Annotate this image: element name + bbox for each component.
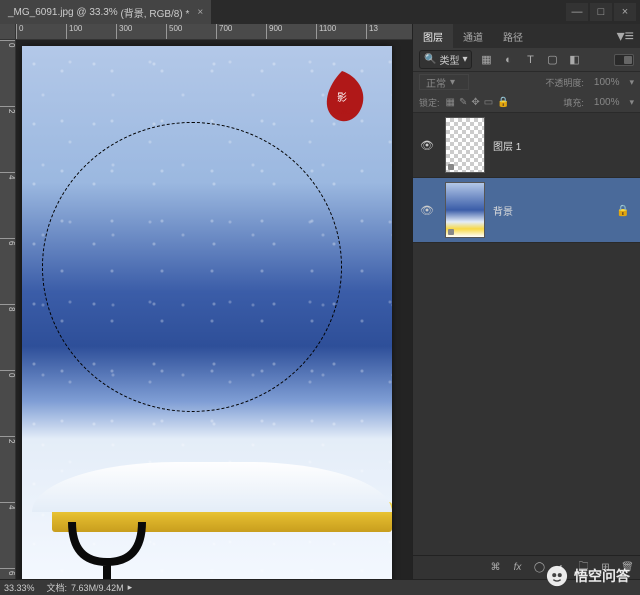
horizontal-ruler[interactable]: 0100300500700900110013	[16, 24, 412, 40]
brand-watermark: 悟空问答	[546, 565, 630, 587]
status-bar: 33.33% 文档: 7.63M/9.42M ▸	[0, 579, 640, 595]
layer-item[interactable]: 👁 图层 1	[413, 113, 640, 178]
fx-filter-icon[interactable]: ◐	[500, 52, 516, 68]
doc-size[interactable]: 文档: 7.63M/9.42M ▸	[47, 581, 133, 594]
lock-label: 锁定:	[419, 96, 440, 109]
lock-transparency-icon[interactable]: ▦	[446, 97, 455, 108]
svg-text:影: 影	[337, 92, 347, 104]
tab-info: (背景, RGB/8) *	[120, 5, 189, 20]
layer-list: 👁 图层 1 👁 背景 🔒	[413, 113, 640, 555]
chevron-down-icon[interactable]: ▾	[629, 77, 634, 88]
bench-bracket	[62, 522, 152, 579]
window-controls: — □ ×	[566, 3, 640, 21]
text-filter-icon[interactable]: T	[522, 52, 538, 68]
lock-controls: ▦ ✎ ✥ ▭ 🔒	[446, 97, 510, 108]
visibility-toggle-icon[interactable]: 👁	[417, 139, 437, 152]
zoom-level[interactable]: 33.33%	[4, 583, 35, 593]
blend-mode-select[interactable]: 正常 ▾	[419, 74, 469, 90]
ruler-origin[interactable]	[0, 24, 16, 40]
layer-name[interactable]: 图层 1	[493, 138, 636, 153]
brand-text: 悟空问答	[574, 566, 630, 586]
layer-thumbnail[interactable]	[445, 117, 485, 173]
canvas-area: 0100300500700900110013 024680246 影 志佩攝影	[0, 24, 412, 579]
brand-icon	[546, 565, 568, 587]
layer-filter-type-select[interactable]: 🔍 类型 ▾	[419, 50, 472, 69]
visibility-toggle-icon[interactable]: 👁	[417, 204, 437, 217]
lock-artboard-icon[interactable]: ▭	[484, 97, 493, 108]
lock-pixels-icon[interactable]: ✎	[459, 97, 467, 108]
canvas-viewport[interactable]: 影 志佩攝影	[16, 40, 412, 579]
smartobj-filter-icon[interactable]: ◧	[566, 52, 582, 68]
fill-value[interactable]: 100%	[590, 97, 624, 108]
filter-toggle[interactable]	[614, 54, 634, 66]
shape-filter-icon[interactable]: ▢	[544, 52, 560, 68]
tab-layers[interactable]: 图层	[413, 24, 453, 48]
lock-icon[interactable]: 🔒	[610, 204, 636, 217]
chevron-right-icon: ▸	[128, 582, 133, 593]
tab-close-icon[interactable]: ×	[197, 7, 203, 18]
tab-zoom: 33.3%	[89, 7, 117, 18]
layer-filter-toolbar: 🔍 类型 ▾ ▦ ◐ T ▢ ◧	[413, 48, 640, 72]
svg-text:志佩攝影: 志佩攝影	[330, 108, 354, 116]
tab-paths[interactable]: 路径	[493, 24, 533, 48]
elliptical-selection-marquee[interactable]	[42, 122, 342, 412]
minimize-button[interactable]: —	[566, 3, 588, 21]
close-window-button[interactable]: ×	[614, 3, 636, 21]
search-icon: 🔍	[424, 54, 436, 65]
link-layers-icon[interactable]: ⌘	[487, 559, 504, 576]
fill-label: 填充:	[563, 96, 584, 109]
layer-thumbnail[interactable]	[445, 182, 485, 238]
chevron-down-icon: ▾	[450, 77, 455, 88]
fx-icon[interactable]: fx	[509, 559, 526, 576]
layer-item[interactable]: 👁 背景 🔒	[413, 178, 640, 243]
vertical-ruler[interactable]: 024680246	[0, 40, 16, 579]
panel-menu-icon[interactable]: ▾≡	[611, 24, 640, 48]
layer-name[interactable]: 背景	[493, 203, 610, 218]
chevron-down-icon[interactable]: ▾	[629, 97, 634, 108]
tab-filename: _MG_6091.jpg	[8, 7, 74, 18]
document-tab[interactable]: _MG_6091.jpg @ 33.3% (背景, RGB/8) * ×	[0, 0, 211, 24]
image-canvas[interactable]: 影 志佩攝影	[22, 46, 392, 579]
photo-watermark: 影 志佩攝影	[312, 66, 372, 136]
panel-tab-bar: 图层 通道 路径 ▾≡	[413, 24, 640, 48]
document-tab-bar: _MG_6091.jpg @ 33.3% (背景, RGB/8) * × — □…	[0, 0, 640, 24]
lock-position-icon[interactable]: ✥	[471, 97, 479, 108]
tab-channels[interactable]: 通道	[453, 24, 493, 48]
opacity-label: 不透明度:	[545, 76, 584, 89]
opacity-value[interactable]: 100%	[590, 77, 624, 88]
chevron-down-icon: ▾	[462, 54, 467, 65]
lock-all-icon[interactable]: 🔒	[497, 97, 509, 108]
layers-panel: 图层 通道 路径 ▾≡ 🔍 类型 ▾ ▦ ◐ T ▢ ◧ 正常 ▾	[412, 24, 640, 579]
image-filter-icon[interactable]: ▦	[478, 52, 494, 68]
maximize-button[interactable]: □	[590, 3, 612, 21]
layer-options: 正常 ▾ 不透明度: 100% ▾ 锁定: ▦ ✎ ✥ ▭ 🔒 填充: 100%…	[413, 72, 640, 113]
